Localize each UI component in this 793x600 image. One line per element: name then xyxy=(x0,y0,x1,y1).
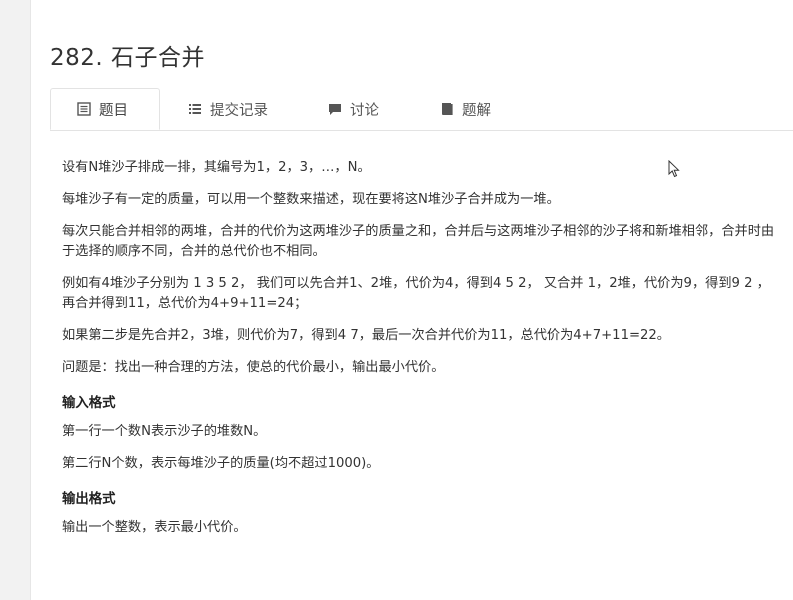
tab-submissions[interactable]: 提交记录 xyxy=(188,88,268,130)
mouse-cursor-icon xyxy=(668,160,680,178)
input-format-heading: 输入格式 xyxy=(62,396,116,411)
problem-description: 设有N堆沙子排成一排，其编号为1，2，3，…，N。 每堆沙子有一定的质量，可以用… xyxy=(62,158,777,550)
tab-solutions-label: 题解 xyxy=(462,102,491,119)
book-icon xyxy=(442,103,453,115)
tab-solutions[interactable]: 题解 xyxy=(440,88,491,130)
output-format-line: 输出一个整数，表示最小代价。 xyxy=(62,520,247,535)
tab-discussion[interactable]: 讨论 xyxy=(328,88,379,130)
page-title: 282. 石子合并 xyxy=(50,45,206,71)
list-icon xyxy=(189,104,201,114)
description-paragraph: 例如有4堆沙子分别为 1 3 5 2， 我们可以先合并1、2堆，代价为4，得到4… xyxy=(62,276,770,311)
tab-submissions-label: 提交记录 xyxy=(210,102,268,119)
tab-description-label: 题目 xyxy=(99,102,128,119)
description-paragraph: 每堆沙子有一定的质量，可以用一个整数来描述，现在要将这N堆沙子合并成为一堆。 xyxy=(62,192,560,207)
description-paragraph: 问题是：找出一种合理的方法，使总的代价最小，输出最小代价。 xyxy=(62,360,445,375)
list-doc-icon xyxy=(77,102,91,116)
tab-discussion-label: 讨论 xyxy=(350,102,379,119)
description-paragraph: 每次只能合并相邻的两堆，合并的代价为这两堆沙子的质量之和，合并后与这两堆沙子相邻… xyxy=(62,224,775,259)
output-format-heading: 输出格式 xyxy=(62,492,116,507)
description-paragraph: 如果第二步是先合并2，3堆，则代价为7，得到4 7，最后一次合并代价为11，总代… xyxy=(62,328,670,343)
input-format-line: 第一行一个数N表示沙子的堆数N。 xyxy=(62,424,267,439)
problem-tabs: 题目 提交记录 讨论 题解 xyxy=(50,88,793,131)
chat-icon xyxy=(329,104,341,115)
input-format-line: 第二行N个数，表示每堆沙子的质量(均不超过1000)。 xyxy=(62,456,380,471)
tab-description[interactable]: 题目 xyxy=(50,88,160,130)
